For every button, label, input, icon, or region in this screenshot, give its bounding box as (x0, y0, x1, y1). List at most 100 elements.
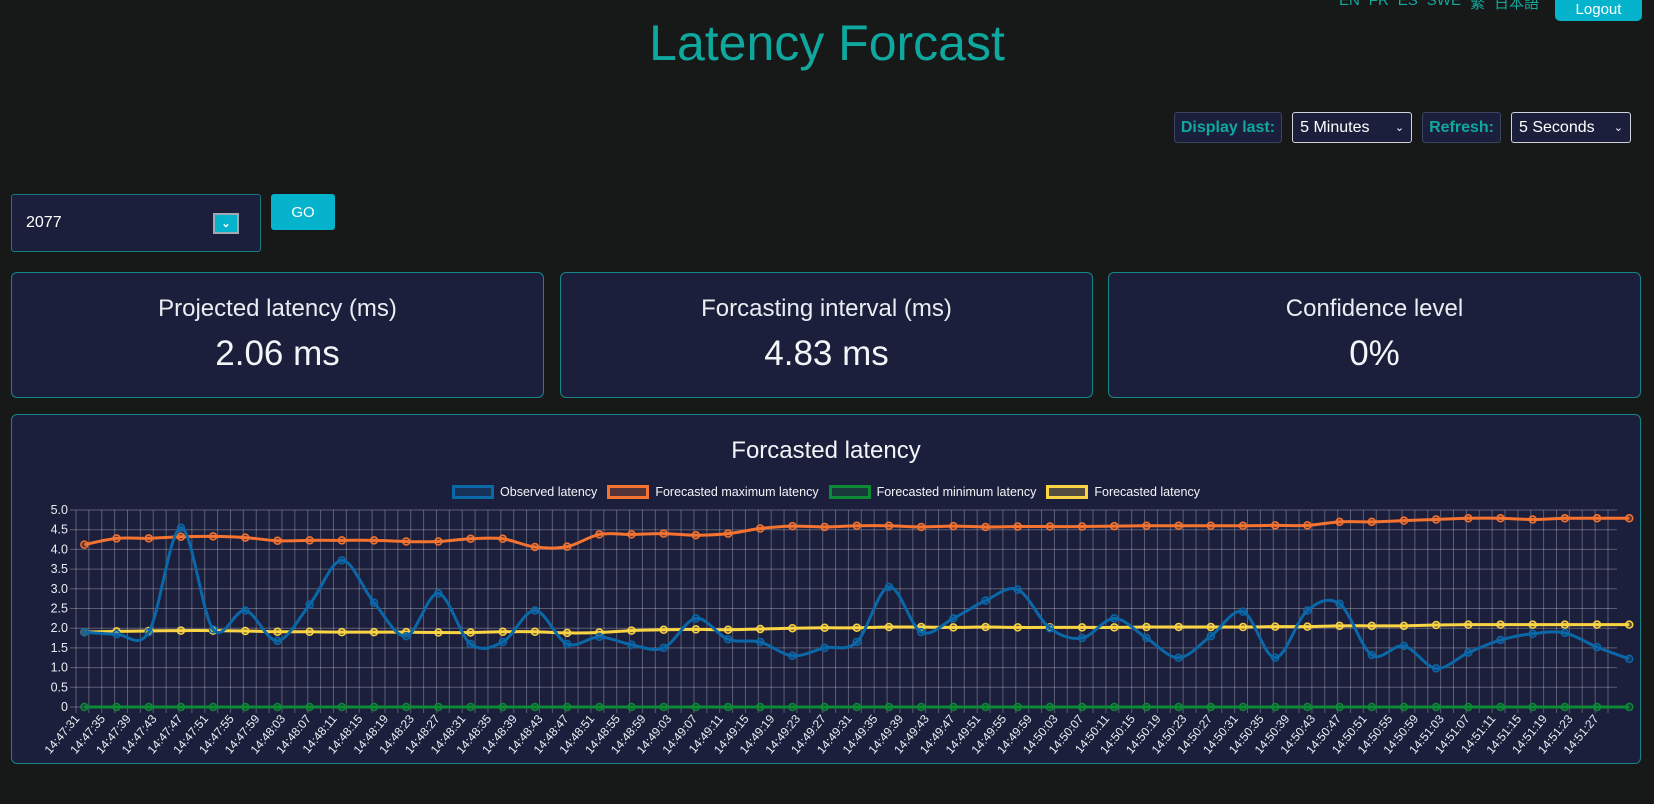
data-point (144, 534, 153, 543)
data-point (1399, 641, 1409, 651)
data-point (176, 626, 186, 635)
card-title: Forcasting interval (ms) (701, 295, 952, 322)
refresh-label: Refresh: (1422, 112, 1501, 143)
y-tick-label: 3.5 (51, 562, 68, 576)
data-point (1624, 702, 1634, 712)
data-point (1464, 702, 1473, 712)
data-point (208, 702, 218, 712)
forecasting-interval-card: Forcasting interval (ms) 4.83 ms (560, 272, 1093, 398)
data-point (1077, 522, 1087, 531)
data-point (498, 702, 508, 712)
data-point (949, 614, 958, 623)
data-point (530, 627, 540, 636)
data-point (1464, 648, 1473, 657)
data-point (1335, 599, 1344, 609)
data-point (691, 530, 701, 540)
data-point (176, 532, 186, 542)
data-point (884, 582, 894, 592)
lang-ja-link[interactable]: 日本語 (1494, 0, 1539, 13)
data-point (659, 625, 668, 635)
y-tick-label: 1.0 (51, 661, 68, 675)
projected-latency-card: Projected latency (ms) 2.06 ms (11, 272, 544, 398)
data-point (401, 537, 411, 546)
data-point (627, 530, 636, 539)
data-point (1335, 517, 1344, 527)
refresh-select[interactable]: 5 Seconds ⌄ (1511, 112, 1631, 143)
data-point (466, 702, 475, 712)
data-point (755, 637, 765, 647)
data-point (1045, 623, 1055, 633)
time-controls: Display last: 5 Minutes ⌄ Refresh: 5 Sec… (1173, 112, 1631, 143)
data-point (1367, 702, 1377, 712)
data-point (1496, 635, 1505, 645)
data-point (852, 637, 862, 647)
data-point (1303, 702, 1312, 712)
y-tick-label: 0 (61, 700, 68, 714)
data-point (788, 521, 797, 531)
data-point (595, 702, 604, 712)
data-point (176, 702, 186, 712)
data-point (820, 623, 829, 633)
data-point (369, 627, 379, 637)
data-point (1496, 620, 1505, 629)
data-point (981, 596, 990, 605)
data-point (241, 533, 250, 542)
data-point (466, 534, 475, 544)
data-point (1013, 702, 1022, 712)
lang-en-link[interactable]: EN (1339, 0, 1360, 13)
y-tick-label: 1.5 (51, 641, 68, 655)
card-value: 4.83 ms (764, 334, 889, 373)
data-point (1206, 702, 1216, 712)
data-point (916, 702, 926, 712)
data-point (788, 702, 797, 712)
data-point (273, 702, 282, 712)
device-select[interactable]: 2077 ⌄ (11, 194, 261, 252)
data-point (1142, 702, 1151, 712)
data-point (1270, 702, 1280, 712)
data-point (916, 522, 926, 532)
data-point (820, 702, 829, 712)
data-point (852, 702, 862, 712)
data-point (562, 542, 572, 551)
data-point (755, 524, 765, 533)
lang-fr-link[interactable]: FR (1369, 0, 1389, 13)
data-point (1335, 702, 1344, 712)
data-point (1399, 516, 1409, 525)
data-point (1496, 514, 1505, 523)
data-point (337, 702, 347, 712)
data-point (691, 625, 701, 634)
data-point (112, 702, 121, 712)
data-point (337, 627, 347, 637)
data-point (434, 589, 443, 598)
data-point (1624, 654, 1634, 664)
chevron-down-icon[interactable]: ⌄ (213, 213, 239, 234)
data-point (981, 622, 990, 632)
card-title: Confidence level (1285, 295, 1464, 322)
lang-zh-link[interactable]: 繁 (1470, 0, 1485, 13)
data-point (1496, 702, 1505, 712)
page-title: Latency Forcast (649, 15, 1005, 71)
data-point (916, 627, 926, 637)
go-button[interactable]: GO (271, 194, 335, 230)
data-point (755, 702, 765, 712)
data-point (1270, 622, 1280, 631)
display-last-select[interactable]: 5 Minutes ⌄ (1292, 112, 1413, 143)
lang-es-link[interactable]: ES (1398, 0, 1418, 13)
data-point (1560, 514, 1570, 523)
data-point (498, 637, 508, 647)
lang-swe-link[interactable]: SWE (1427, 0, 1461, 13)
chevron-down-icon: ⌄ (1394, 122, 1405, 134)
data-point (273, 627, 282, 636)
confidence-level-card: Confidence level 0% (1108, 272, 1641, 398)
data-point (80, 702, 89, 712)
data-point (434, 628, 443, 637)
data-point (530, 702, 540, 712)
data-point (884, 702, 894, 712)
data-point (1174, 521, 1183, 531)
y-tick-label: 0.5 (51, 680, 68, 694)
data-point (80, 540, 89, 549)
device-select-value: 2077 (26, 214, 62, 231)
data-point (208, 625, 218, 634)
data-point (1528, 515, 1537, 524)
data-point (337, 536, 347, 545)
